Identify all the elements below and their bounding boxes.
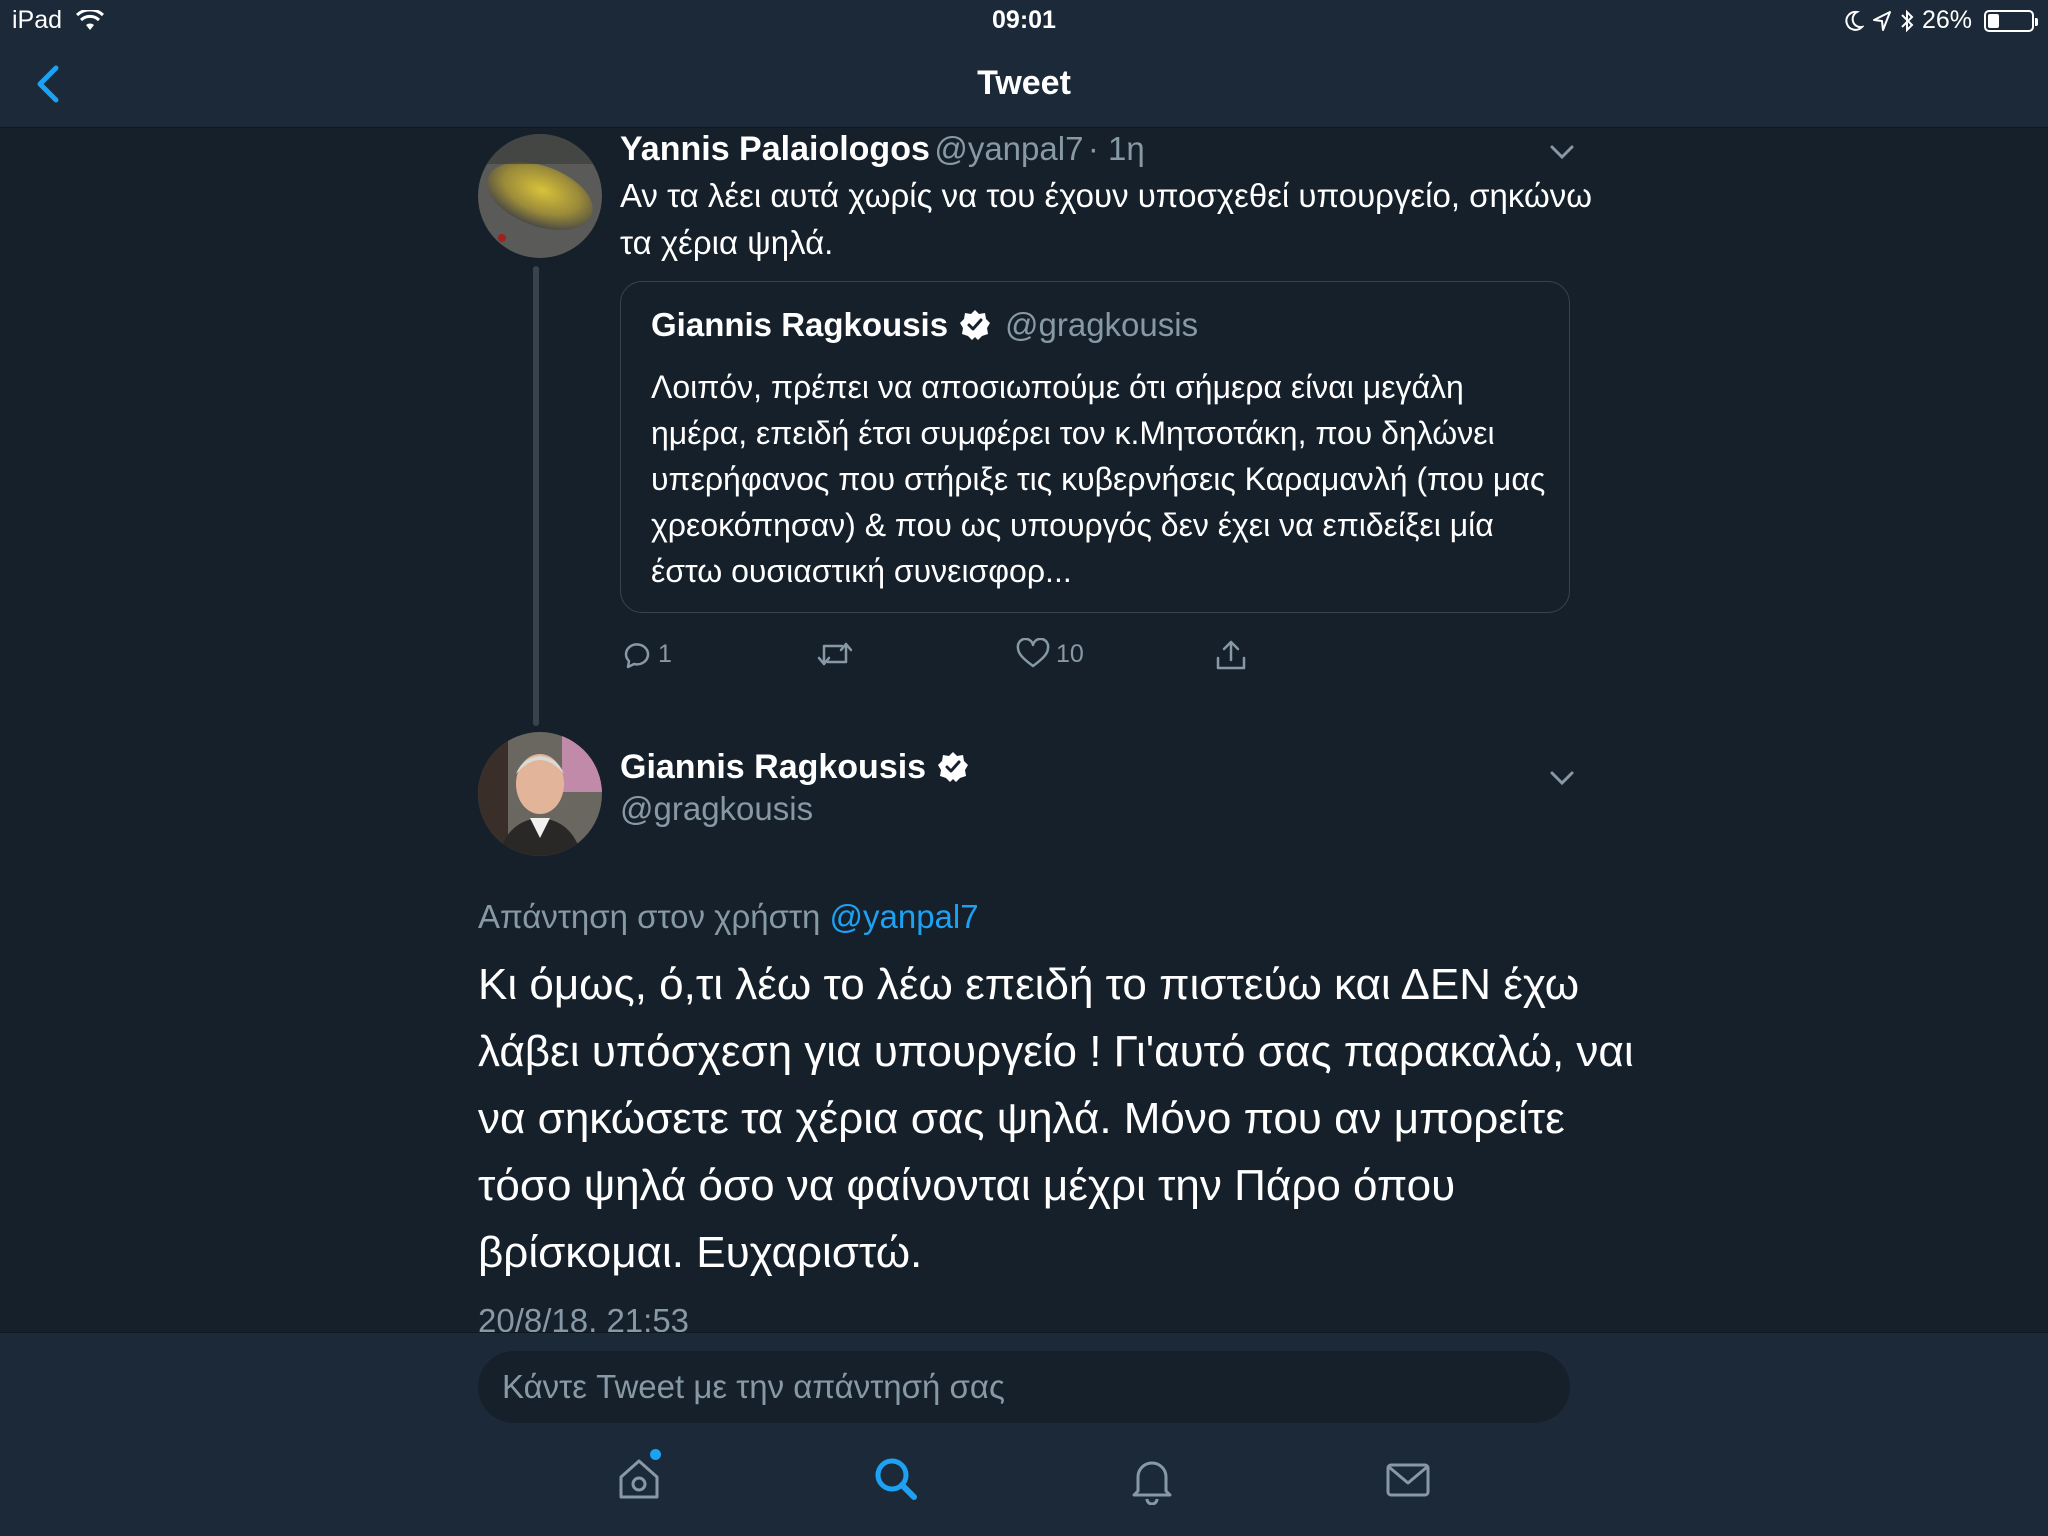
tweet1-menu-button[interactable] bbox=[1548, 142, 1576, 162]
author-handle[interactable]: @gragkousis bbox=[620, 790, 813, 828]
author-name[interactable]: Giannis Ragkousis bbox=[620, 748, 926, 786]
avatar-image bbox=[478, 732, 602, 856]
verified-badge-icon bbox=[959, 310, 990, 340]
moon-icon bbox=[1845, 10, 1864, 31]
reply-compose-input[interactable]: Κάντε Tweet με την απάντησή σας bbox=[478, 1351, 1570, 1423]
heart-icon bbox=[1016, 638, 1050, 668]
like-count: 10 bbox=[1056, 639, 1084, 668]
share-button[interactable] bbox=[1214, 638, 1248, 672]
quoted-tweet[interactable]: Giannis Ragkousis @gragkousis Λοιπόν, πρ… bbox=[620, 281, 1570, 613]
mail-icon bbox=[1386, 1463, 1430, 1497]
author-name[interactable]: Yannis Palaiologos bbox=[620, 130, 930, 168]
bluetooth-icon bbox=[1901, 9, 1914, 32]
retweet-icon bbox=[817, 642, 853, 666]
search-icon bbox=[875, 1458, 917, 1500]
bottom-bar: Κάντε Tweet με την απάντησή σας bbox=[0, 1332, 2048, 1536]
status-bar: iPad 09:01 26% bbox=[0, 0, 2048, 40]
tab-home[interactable] bbox=[613, 1449, 665, 1505]
tweet2-menu-button[interactable] bbox=[1548, 768, 1576, 788]
notification-dot bbox=[650, 1449, 661, 1460]
chevron-down-icon bbox=[1550, 771, 1574, 786]
battery-percent: 26% bbox=[1921, 6, 1972, 34]
reply-handle-link[interactable]: @yanpal7 bbox=[830, 898, 979, 935]
tweet1-header: Yannis Palaiologos @yanpal7 · 1η bbox=[620, 130, 1145, 169]
reply-count: 1 bbox=[658, 639, 672, 668]
tweet-age: · 1η bbox=[1087, 130, 1145, 167]
quoted-tweet-header: Giannis Ragkousis @gragkousis bbox=[651, 306, 1198, 344]
tweet1-text: Αν τα λέει αυτά χωρίς να του έχουν υποσχ… bbox=[620, 177, 1593, 261]
like-button[interactable]: 10 bbox=[1016, 638, 1084, 670]
location-arrow-icon bbox=[1872, 10, 1891, 31]
thread-connector bbox=[533, 266, 539, 726]
battery-level bbox=[1988, 13, 1999, 28]
quoted-author-handle: @gragkousis bbox=[1005, 306, 1199, 343]
chevron-down-icon bbox=[1550, 145, 1574, 160]
tab-search[interactable] bbox=[870, 1453, 922, 1505]
status-time: 09:01 bbox=[992, 6, 1056, 34]
retweet-button[interactable] bbox=[816, 638, 860, 670]
reply-icon bbox=[624, 643, 650, 669]
reply-prefix: Απάντηση στον χρήστη bbox=[478, 898, 821, 935]
reply-button[interactable]: 1 bbox=[620, 638, 672, 670]
avatar-image bbox=[478, 134, 602, 258]
tweet-timestamp: 20/8/18, 21:53 bbox=[478, 1302, 690, 1332]
quoted-tweet-text: Λοιπόν, πρέπει να αποσιωπούμε ότι σήμερα… bbox=[651, 369, 1546, 589]
author-handle[interactable]: @yanpal7 bbox=[934, 130, 1083, 167]
page-title: Tweet bbox=[977, 64, 1071, 102]
reply-context: Απάντηση στον χρήστη @yanpal7 bbox=[478, 898, 979, 936]
bell-icon bbox=[1132, 1461, 1172, 1506]
tab-messages[interactable] bbox=[1382, 1453, 1434, 1505]
home-icon bbox=[619, 1459, 659, 1499]
tweet1-actions: 1 10 bbox=[620, 638, 1520, 678]
navigation-bar: Tweet bbox=[0, 40, 2048, 128]
battery-icon bbox=[1984, 9, 2038, 32]
share-icon bbox=[1216, 640, 1246, 670]
avatar-yanpal7[interactable] bbox=[478, 134, 602, 258]
tweet-thread[interactable]: Yannis Palaiologos @yanpal7 · 1η Αν τα λ… bbox=[0, 128, 2048, 1332]
quoted-author-name: Giannis Ragkousis bbox=[651, 306, 949, 343]
tab-notifications[interactable] bbox=[1126, 1453, 1178, 1506]
verified-badge-icon bbox=[937, 752, 968, 782]
tweet2-text: Κι όμως, ό,τι λέω το λέω επειδή το πιστε… bbox=[478, 960, 1634, 1277]
avatar-gragkousis[interactable] bbox=[478, 732, 602, 856]
tweet2-author: Giannis Ragkousis bbox=[620, 748, 969, 787]
